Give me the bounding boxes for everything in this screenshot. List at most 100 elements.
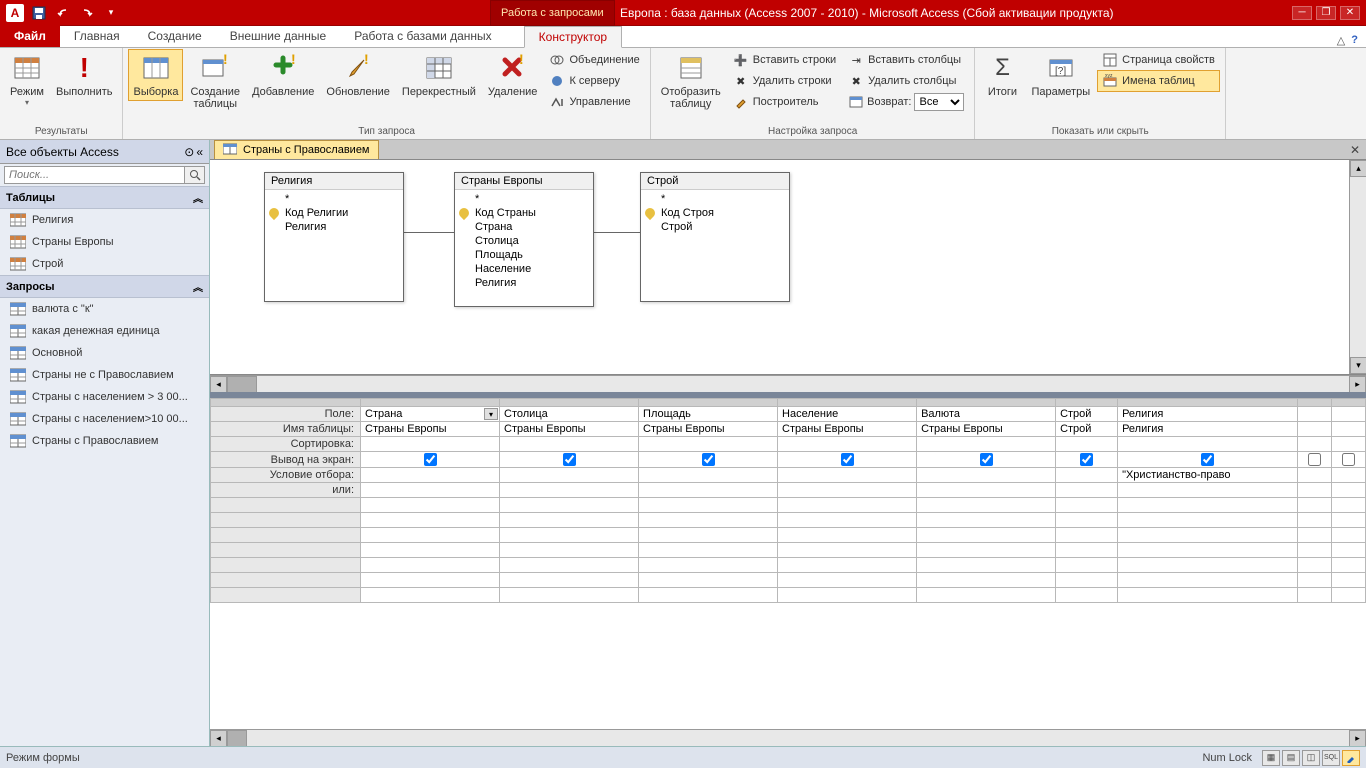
tab-create[interactable]: Создание [134, 25, 216, 47]
grid-cell[interactable] [1298, 483, 1332, 498]
select-query-button[interactable]: Выборка [129, 50, 182, 100]
grid-cell[interactable] [639, 452, 778, 468]
column-selector[interactable] [778, 399, 917, 407]
show-checkbox[interactable] [980, 453, 993, 466]
grid-cell[interactable] [917, 513, 1056, 528]
grid-cell[interactable]: Площадь [639, 407, 778, 422]
grid-cell[interactable]: Страны Европы [917, 422, 1056, 437]
restore-button[interactable]: ❐ [1316, 6, 1336, 20]
show-checkbox[interactable] [1308, 453, 1321, 466]
field-item-pk[interactable]: Код Религии [265, 206, 403, 220]
minimize-ribbon-icon[interactable]: △ [1337, 34, 1345, 47]
field-item[interactable]: Столица [455, 234, 593, 248]
grid-cell[interactable] [361, 513, 500, 528]
grid-cell[interactable] [361, 468, 500, 483]
grid-cell[interactable]: Религия [1118, 407, 1298, 422]
grid-cell[interactable] [1118, 498, 1298, 513]
showtable-button[interactable]: Отобразить таблицу [657, 50, 725, 112]
grid-cell[interactable] [917, 528, 1056, 543]
grid-cell[interactable] [1118, 483, 1298, 498]
grid-cell[interactable] [1056, 543, 1118, 558]
minimize-button[interactable]: ─ [1292, 6, 1312, 20]
grid-cell[interactable] [1118, 588, 1298, 603]
grid-cell[interactable] [778, 468, 917, 483]
view-pivotchart-button[interactable]: ◫ [1302, 750, 1320, 766]
field-item[interactable]: * [265, 192, 403, 206]
grid-cell[interactable] [778, 452, 917, 468]
column-selector[interactable] [639, 399, 778, 407]
close-button[interactable]: ✕ [1340, 6, 1360, 20]
field-item-pk[interactable]: Код Страны [455, 206, 593, 220]
grid-cell[interactable]: Валюта [917, 407, 1056, 422]
nav-item-query[interactable]: Страны с Православием [0, 430, 209, 452]
grid-cell[interactable]: Религия [1118, 422, 1298, 437]
column-selector[interactable] [361, 399, 500, 407]
grid-cell[interactable]: Страны Европы [500, 422, 639, 437]
tab-home[interactable]: Главная [60, 25, 134, 47]
column-selector[interactable] [1056, 399, 1118, 407]
grid-cell[interactable] [1056, 573, 1118, 588]
scroll-left-icon[interactable]: ◂ [210, 730, 227, 747]
scroll-thumb[interactable] [227, 376, 257, 393]
grid-cell[interactable] [1298, 558, 1332, 573]
grid-cell[interactable] [361, 543, 500, 558]
scroll-right-icon[interactable]: ▸ [1349, 376, 1366, 393]
view-button[interactable]: Режим ▾ [6, 50, 48, 109]
grid-cell[interactable] [1298, 528, 1332, 543]
column-selector[interactable] [1298, 399, 1332, 407]
grid-cell[interactable] [1298, 422, 1332, 437]
grid-cell[interactable] [500, 452, 639, 468]
grid-cell[interactable] [917, 437, 1056, 452]
grid-cell[interactable] [639, 558, 778, 573]
grid-cell[interactable] [1118, 543, 1298, 558]
grid-cell[interactable] [1298, 573, 1332, 588]
grid-cell[interactable] [1298, 513, 1332, 528]
grid-cell[interactable] [361, 558, 500, 573]
grid-cell[interactable]: Страны Европы [639, 422, 778, 437]
grid-cell[interactable] [1332, 573, 1366, 588]
grid-cell[interactable] [639, 573, 778, 588]
show-checkbox[interactable] [1342, 453, 1355, 466]
grid-cell[interactable] [1332, 422, 1366, 437]
grid-cell[interactable] [1056, 558, 1118, 573]
datadef-query-button[interactable]: Управление [545, 92, 643, 112]
grid-cell[interactable] [1056, 498, 1118, 513]
undo-icon[interactable] [52, 2, 74, 24]
delete-rows-button[interactable]: ✖Удалить строки [729, 71, 840, 91]
grid-cell[interactable] [778, 558, 917, 573]
field-list-regime[interactable]: Строй * Код Строя Строй [640, 172, 790, 302]
grid-cell[interactable] [361, 498, 500, 513]
view-pivottable-button[interactable]: ▤ [1282, 750, 1300, 766]
grid-cell[interactable]: Страны Европы [778, 422, 917, 437]
nav-collapse-icon[interactable]: ⊙« [184, 145, 203, 159]
grid-cell[interactable] [500, 483, 639, 498]
column-selector[interactable] [1118, 399, 1298, 407]
qat-customize-icon[interactable]: ▾ [100, 2, 122, 24]
scroll-thumb[interactable] [227, 730, 247, 747]
grid-cell[interactable] [917, 558, 1056, 573]
field-item[interactable]: Площадь [455, 248, 593, 262]
grid-cell[interactable]: Столица [500, 407, 639, 422]
union-query-button[interactable]: Объединение [545, 50, 643, 70]
return-select[interactable]: Все [914, 93, 964, 111]
save-icon[interactable] [28, 2, 50, 24]
grid-cell[interactable] [1332, 483, 1366, 498]
view-datasheet-button[interactable]: ▦ [1262, 750, 1280, 766]
tablenames-button[interactable]: xyzИмена таблиц [1098, 71, 1219, 91]
nav-item-query[interactable]: какая денежная единица [0, 320, 209, 342]
grid-cell[interactable] [1298, 437, 1332, 452]
nav-item-query[interactable]: Страны не с Православием [0, 364, 209, 386]
grid-cell[interactable] [778, 588, 917, 603]
grid-cell[interactable] [1118, 573, 1298, 588]
delete-query-button[interactable]: ! Удаление [484, 50, 542, 100]
scroll-up-icon[interactable]: ▴ [1350, 160, 1366, 177]
grid-cell[interactable] [1332, 543, 1366, 558]
grid-cell[interactable] [917, 573, 1056, 588]
grid-cell[interactable]: Строй [1056, 422, 1118, 437]
relationship-pane[interactable]: Религия * Код Религии Религия Страны Евр… [210, 160, 1366, 375]
field-item[interactable]: Население [455, 262, 593, 276]
file-tab[interactable]: Файл [0, 25, 60, 47]
grid-cell[interactable] [778, 528, 917, 543]
scroll-left-icon[interactable]: ◂ [210, 376, 227, 393]
grid-cell[interactable] [361, 528, 500, 543]
